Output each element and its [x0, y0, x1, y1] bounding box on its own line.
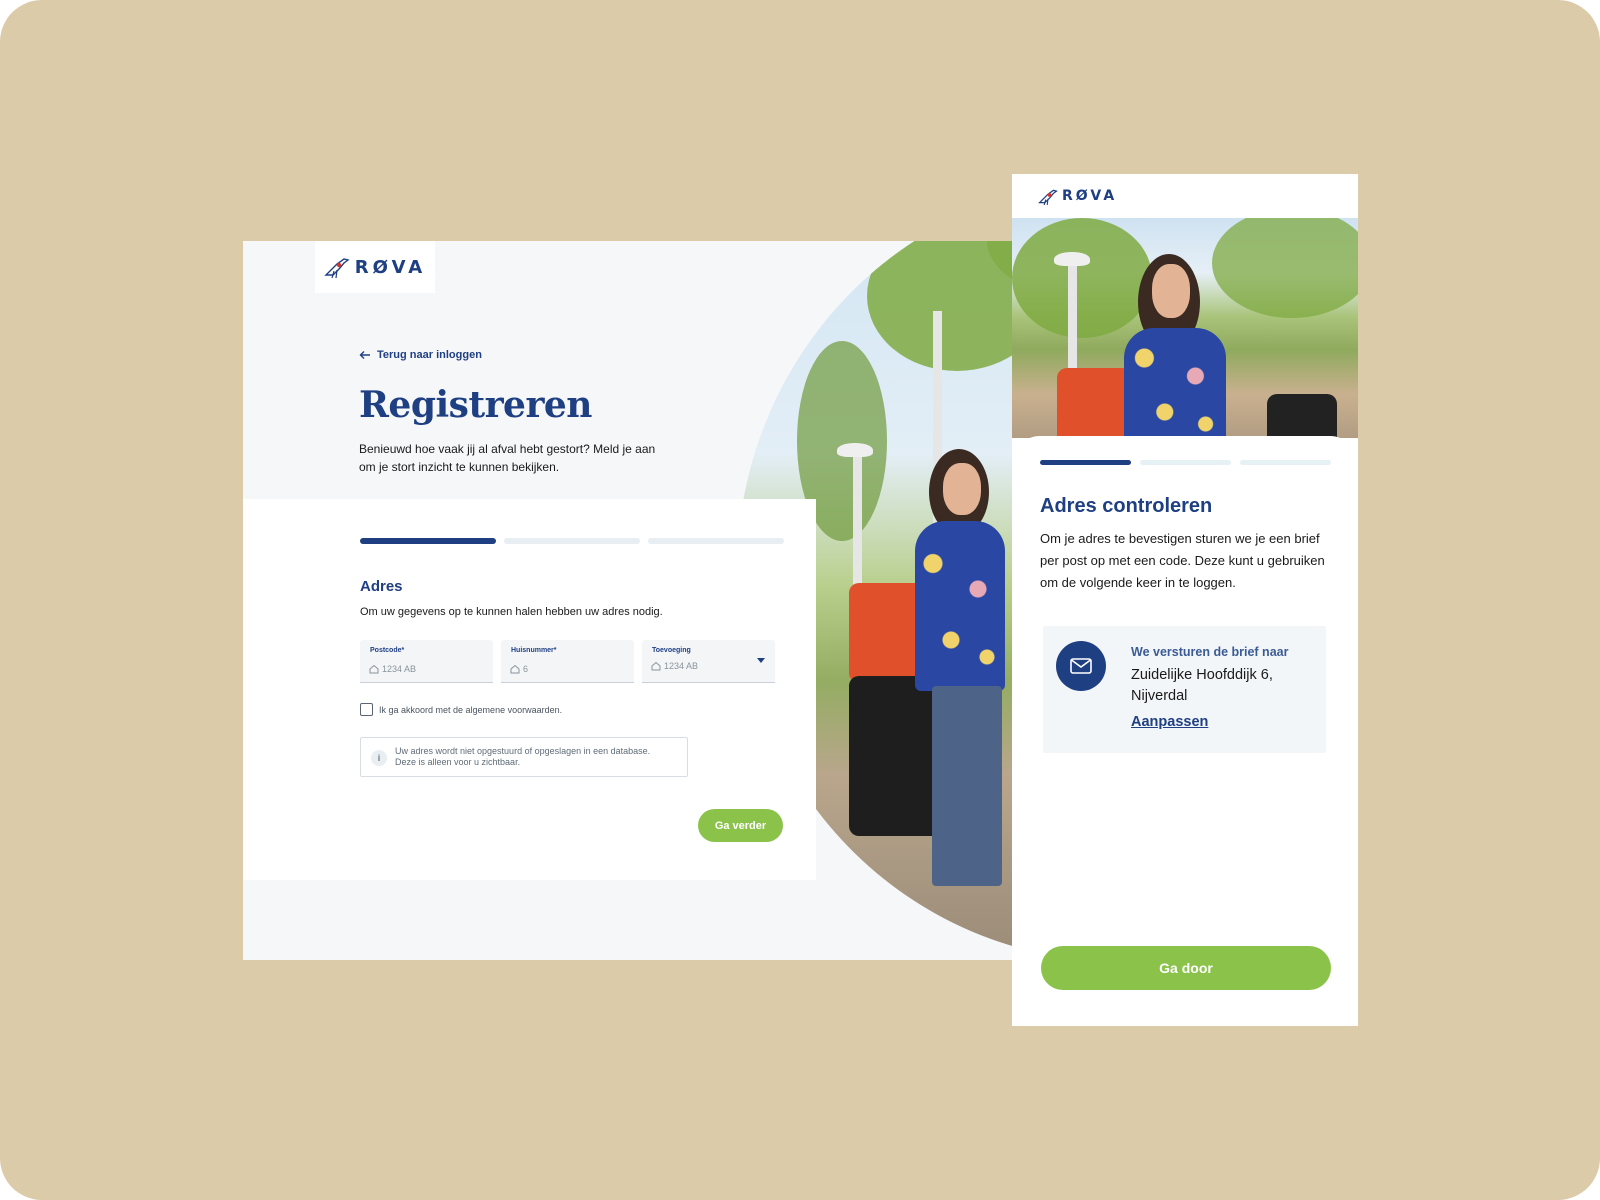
letter-address-card: We versturen de brief naar Zuidelijke Ho… [1043, 626, 1326, 753]
postcode-field[interactable]: Postcode* 1234 AB [360, 640, 493, 683]
mobile-title: Adres controleren [1040, 495, 1213, 517]
section-subtitle: Om uw gegevens op te kunnen halen hebben… [360, 606, 663, 618]
back-link-label: Terug naar inloggen [377, 349, 482, 361]
step-progress [360, 538, 784, 544]
privacy-info-text: Uw adres wordt niet opgestuurd of opgesl… [395, 746, 651, 767]
brand-name: RØVA [1062, 188, 1118, 204]
brand-logo[interactable]: RØVA [315, 241, 435, 293]
addition-select[interactable]: Toevoeging 1234 AB [642, 640, 775, 683]
mail-icon [1056, 641, 1106, 691]
home-icon [510, 664, 520, 674]
terms-checkbox-row[interactable]: Ik ga akkoord met de algemene voorwaarde… [360, 703, 562, 716]
progress-step-1 [1040, 460, 1131, 465]
mobile-sheet: Adres controleren Om je adres te bevesti… [1012, 436, 1358, 1026]
info-icon: i [371, 750, 387, 766]
presentation-frame: RØVA Terug naar inloggen Registreren Ben… [0, 0, 1600, 1200]
letter-address: Zuidelijke Hoofddijk 6, Nijverdal [1131, 667, 1273, 704]
progress-step-1 [360, 538, 496, 544]
house-number-label: Huisnummer* [511, 647, 557, 654]
edit-address-link[interactable]: Aanpassen [1131, 714, 1208, 730]
mobile-description: Om je adres te bevestigen sturen we je e… [1040, 531, 1325, 590]
addition-placeholder: 1234 AB [664, 661, 699, 671]
progress-step-2 [1140, 460, 1231, 465]
chevron-down-icon[interactable] [757, 658, 765, 663]
page-title: Registreren [359, 384, 592, 426]
addition-label: Toevoeging [652, 647, 691, 654]
arrow-left-icon [359, 351, 370, 359]
home-icon [651, 661, 661, 671]
terms-checkbox[interactable] [360, 703, 373, 716]
letter-destination-label: We versturen de brief naar [1131, 645, 1289, 659]
house-number-placeholder: 6 [523, 664, 529, 674]
bird-logo-icon [324, 258, 350, 279]
mobile-screen: RØVA Adres controleren Om je adres te be… [1012, 174, 1358, 1026]
terms-label: Ik ga akkoord met de algemene voorwaarde… [379, 704, 563, 715]
section-title: Adres [360, 578, 403, 595]
progress-step-3 [1240, 460, 1331, 465]
continue-button[interactable]: Ga verder [698, 809, 783, 842]
progress-step-2 [504, 538, 640, 544]
address-fields: Postcode* 1234 AB Huisnummer* 6 Toevoegi… [360, 640, 775, 683]
postcode-placeholder: 1234 AB [382, 664, 417, 674]
bird-logo-icon [1038, 189, 1058, 205]
mobile-step-progress [1040, 460, 1331, 465]
mobile-header: RØVA [1012, 174, 1358, 218]
back-to-login-link[interactable]: Terug naar inloggen [359, 349, 482, 361]
continue-button-mobile[interactable]: Ga door [1041, 946, 1331, 990]
home-icon [369, 664, 379, 674]
privacy-info-box: i Uw adres wordt niet opgestuurd of opge… [360, 737, 688, 777]
brand-name: RØVA [354, 256, 427, 278]
progress-step-3 [648, 538, 784, 544]
desktop-screen: RØVA Terug naar inloggen Registreren Ben… [243, 241, 1013, 960]
postcode-label: Postcode* [370, 647, 405, 654]
mobile-hero-photo [1012, 218, 1358, 438]
page-intro: Benieuwd hoe vaak jij al afval hebt gest… [359, 442, 656, 474]
house-number-field[interactable]: Huisnummer* 6 [501, 640, 634, 683]
address-form-card: Adres Om uw gegevens op te kunnen halen … [243, 499, 816, 880]
